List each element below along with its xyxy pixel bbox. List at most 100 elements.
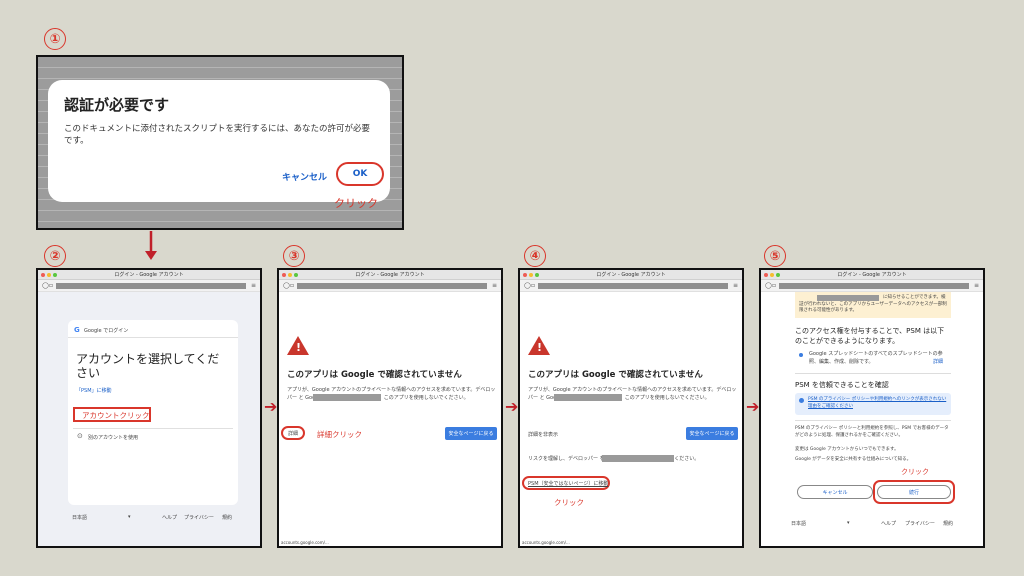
shield-icon: ◯ <box>524 282 531 289</box>
developer-redacted <box>602 455 674 462</box>
step-number-5: ⑤ <box>764 245 786 267</box>
help-link[interactable]: ヘルプ <box>881 520 896 527</box>
warning-banner: に知らせることができます。検証が行われないと、このアプリからユーザーデータへのア… <box>795 292 951 318</box>
step4-panel: ログイン - Google アカウント ◯ ▫ ≡ ! このアプリは Googl… <box>518 268 744 548</box>
shield-icon: ◯ <box>42 282 49 289</box>
account-click-annotation[interactable]: アカウントクリック <box>82 410 150 421</box>
details-click-annotation: 詳細クリック <box>317 430 362 439</box>
info-text-1: PSM のプライバシー ポリシーと利用規約を参照し、PSM でお客様のデータがど… <box>795 426 949 438</box>
back-to-safety-button[interactable]: 安全なページに戻る <box>686 427 738 440</box>
step-number-1: ① <box>44 28 66 50</box>
status-url: accounts.google.com/... <box>281 540 329 545</box>
policy-link[interactable]: PSM のプライバシー ポリシーや利用規約へのリンクが表示されない理由をご確認く… <box>808 397 948 410</box>
privacy-link[interactable]: プライバシー <box>184 514 214 521</box>
google-login-label: Google でログイン <box>84 328 129 334</box>
cancel-button[interactable]: キャンセル <box>797 485 873 499</box>
google-g-icon: G <box>74 326 80 334</box>
login-card: G Google でログイン アカウントを選択してください 「PSM」に移動 ア… <box>68 320 238 505</box>
trust-heading: PSM を信頼できることを確認 <box>795 381 889 389</box>
terms-link[interactable]: 規約 <box>943 520 953 527</box>
back-to-safety-button[interactable]: 安全なページに戻る <box>445 427 497 440</box>
developer-redacted <box>554 394 622 401</box>
divider <box>795 420 951 421</box>
lock-icon: ▫ <box>290 282 295 289</box>
permission-item: Google スプレッドシートのすべてのスプレッドシートの参照、編集、作成、削除… <box>809 351 943 365</box>
move-to-psm[interactable]: 「PSM」に移動 <box>76 387 112 394</box>
hide-details-link[interactable]: 詳細を非表示 <box>528 431 558 438</box>
divider <box>795 373 951 374</box>
step2-panel: ログイン - Google アカウント ◯ ▫ ≡ G Google でログイン… <box>36 268 262 548</box>
url-bar[interactable]: ◯ ▫ ≡ <box>38 280 260 292</box>
privacy-link[interactable]: プライバシー <box>905 520 935 527</box>
menu-icon[interactable]: ≡ <box>492 282 497 289</box>
menu-icon[interactable]: ≡ <box>974 282 979 289</box>
window-titlebar: ログイン - Google アカウント <box>279 270 501 280</box>
unverified-heading: このアプリは Google で確認されていません <box>528 370 703 380</box>
go-to-unsafe-link[interactable]: PSM（安全ではないページ）に移動 <box>528 480 608 487</box>
step-number-4: ④ <box>524 245 546 267</box>
right-arrow-icon: ➔ <box>746 397 760 416</box>
status-url: accounts.google.com/... <box>522 540 570 545</box>
click-annotation: クリック <box>554 498 584 507</box>
language-select[interactable]: 日本語 <box>72 514 87 521</box>
cancel-button[interactable]: キャンセル <box>282 170 327 183</box>
url-bar[interactable]: ◯ ▫ ≡ <box>520 280 742 292</box>
warning-icon: ! <box>528 336 550 355</box>
right-arrow-icon: ➔ <box>264 397 278 416</box>
window-title: ログイン - Google アカウント <box>837 272 907 278</box>
window-title: ログイン - Google アカウント <box>596 272 666 278</box>
chevron-down-icon: ▾ <box>128 514 131 520</box>
shield-icon: ◯ <box>765 282 772 289</box>
window-title: ログイン - Google アカウント <box>114 272 184 278</box>
continue-button[interactable]: 続行 <box>877 485 951 499</box>
ok-button[interactable]: OK <box>353 169 368 179</box>
help-link[interactable]: ヘルプ <box>162 514 177 521</box>
other-account-button[interactable]: 別のアカウントを使用 <box>88 434 138 441</box>
choose-account-heading: アカウントを選択してください <box>76 352 220 380</box>
policy-note: PSM のプライバシー ポリシーや利用規約へのリンクが表示されない理由をご確認く… <box>795 393 951 415</box>
developer-redacted <box>313 394 381 401</box>
lock-icon: ▫ <box>531 282 536 289</box>
click-annotation: クリック <box>901 468 929 476</box>
grant-heading: このアクセス権を付与することで、PSM は以下のことができるようになります。 <box>795 327 945 345</box>
url-redacted <box>538 283 728 289</box>
click-annotation: クリック <box>334 197 378 210</box>
divider <box>73 428 233 429</box>
dialog-body: このドキュメントに添付されたスクリプトを実行するには、あなたの許可が必要です。 <box>64 124 371 146</box>
step-number-3: ③ <box>283 245 305 267</box>
url-bar[interactable]: ◯ ▫ ≡ <box>761 280 983 292</box>
language-select[interactable]: 日本語 <box>791 520 806 527</box>
window-titlebar: ログイン - Google アカウント <box>761 270 983 280</box>
auth-dialog: 認証が必要です このドキュメントに添付されたスクリプトを実行するには、あなたの許… <box>48 80 390 202</box>
details-link[interactable]: 詳細 <box>288 430 298 437</box>
down-arrow-icon <box>145 231 157 261</box>
menu-icon[interactable]: ≡ <box>251 282 256 289</box>
step3-panel: ログイン - Google アカウント ◯ ▫ ≡ ! このアプリは Googl… <box>277 268 503 548</box>
step5-panel: ログイン - Google アカウント ◯ ▫ ≡ に知らせることができます。検… <box>759 268 985 548</box>
user-icon: ⊙ <box>77 432 83 440</box>
dialog-title: 認証が必要です <box>64 96 170 114</box>
divider <box>68 337 238 338</box>
url-redacted <box>297 283 487 289</box>
chevron-down-icon: ▾ <box>847 520 850 526</box>
unverified-heading: このアプリは Google で確認されていません <box>287 370 462 380</box>
url-redacted <box>779 283 969 289</box>
url-bar[interactable]: ◯ ▫ ≡ <box>279 280 501 292</box>
warning-icon: ! <box>287 336 309 355</box>
shield-icon: ◯ <box>283 282 290 289</box>
lock-icon: ▫ <box>49 282 54 289</box>
bullet-icon <box>799 353 803 357</box>
lock-icon: ▫ <box>772 282 777 289</box>
terms-link[interactable]: 規約 <box>222 514 232 521</box>
right-arrow-icon: ➔ <box>505 397 519 416</box>
url-redacted <box>56 283 246 289</box>
menu-icon[interactable]: ≡ <box>733 282 738 289</box>
window-titlebar: ログイン - Google アカウント <box>520 270 742 280</box>
window-titlebar: ログイン - Google アカウント <box>38 270 260 280</box>
banner-text: に知らせることができます。検証が行われないと、このアプリからユーザーデータへのア… <box>799 295 947 313</box>
info-text-3: Google がデータを安全に共有する仕組みについて知る。 <box>795 457 912 462</box>
info-text-2: 変更は Google アカウントからいつでもできます。 <box>795 447 899 452</box>
window-title: ログイン - Google アカウント <box>355 272 425 278</box>
permission-detail-link[interactable]: 詳細 <box>933 358 943 365</box>
step-number-2: ② <box>44 245 66 267</box>
